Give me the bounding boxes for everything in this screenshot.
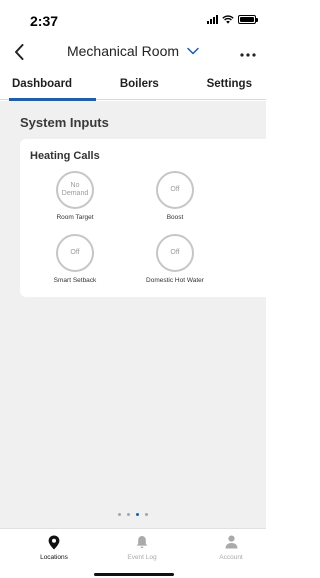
heating-calls-card: Heating Calls No Demand Room Target Off …: [20, 139, 266, 297]
more-options-button[interactable]: [240, 44, 256, 60]
heating-call-smart-setback: Off Smart Setback: [20, 234, 130, 284]
status-circle[interactable]: Off: [56, 234, 94, 272]
heating-call-boost: Off Boost: [120, 171, 230, 221]
person-icon: [225, 535, 237, 549]
page-dot[interactable]: [136, 513, 139, 516]
card-title: Heating Calls: [30, 150, 100, 162]
section-title: System Inputs: [20, 115, 109, 130]
tab-bar: Dashboard Boilers Settings: [0, 72, 266, 101]
nav-label: Event Log: [127, 554, 157, 561]
nav-event-log[interactable]: Event Log: [107, 534, 177, 561]
status-text: Off: [170, 186, 180, 193]
home-indicator: [94, 573, 174, 576]
bell-icon: [136, 536, 148, 548]
status-icons: [207, 15, 258, 24]
battery-icon: [238, 15, 258, 24]
bottom-nav: Locations Event Log Account: [0, 528, 266, 578]
chevron-down-icon: [187, 47, 199, 55]
status-text: Off: [170, 249, 180, 256]
location-selector[interactable]: Mechanical Room: [0, 43, 266, 59]
page-dot[interactable]: [145, 513, 148, 516]
nav-account[interactable]: Account: [196, 534, 266, 561]
heating-call-domestic-hot-water: Off Domestic Hot Water: [120, 234, 230, 284]
status-circle[interactable]: Off: [156, 171, 194, 209]
status-time: 2:37: [30, 13, 59, 29]
status-text: Demand: [61, 190, 89, 197]
status-circle[interactable]: Off: [156, 234, 194, 272]
page-dot[interactable]: [127, 513, 130, 516]
status-text: No: [70, 182, 80, 189]
heating-call-label: Smart Setback: [53, 277, 97, 284]
heating-call-label: Boost: [166, 214, 184, 221]
page-dot[interactable]: [118, 513, 121, 516]
heating-call-label: Room Target: [56, 214, 94, 221]
more-horizontal-icon: [240, 53, 256, 57]
status-text: Off: [70, 249, 80, 256]
status-bar: 2:37: [0, 0, 266, 40]
page-title: Mechanical Room: [66, 43, 180, 59]
header: Mechanical Room: [0, 40, 266, 64]
signal-icon: [207, 15, 218, 24]
nav-label: Account: [219, 554, 243, 561]
tab-settings[interactable]: Settings: [207, 72, 252, 100]
page-indicator[interactable]: [0, 513, 266, 516]
dashboard-content: System Inputs Heating Calls No Demand Ro…: [0, 101, 266, 528]
tab-dashboard[interactable]: Dashboard: [8, 72, 97, 101]
heating-call-label: Domestic Hot Water: [146, 277, 204, 284]
nav-locations[interactable]: Locations: [19, 534, 89, 561]
status-circle[interactable]: No Demand: [56, 171, 94, 209]
location-pin-icon: [48, 535, 60, 549]
nav-label: Locations: [40, 554, 68, 561]
wifi-icon: [222, 15, 234, 24]
heating-call-room-target: No Demand Room Target: [20, 171, 130, 221]
tab-boilers[interactable]: Boilers: [120, 72, 159, 100]
